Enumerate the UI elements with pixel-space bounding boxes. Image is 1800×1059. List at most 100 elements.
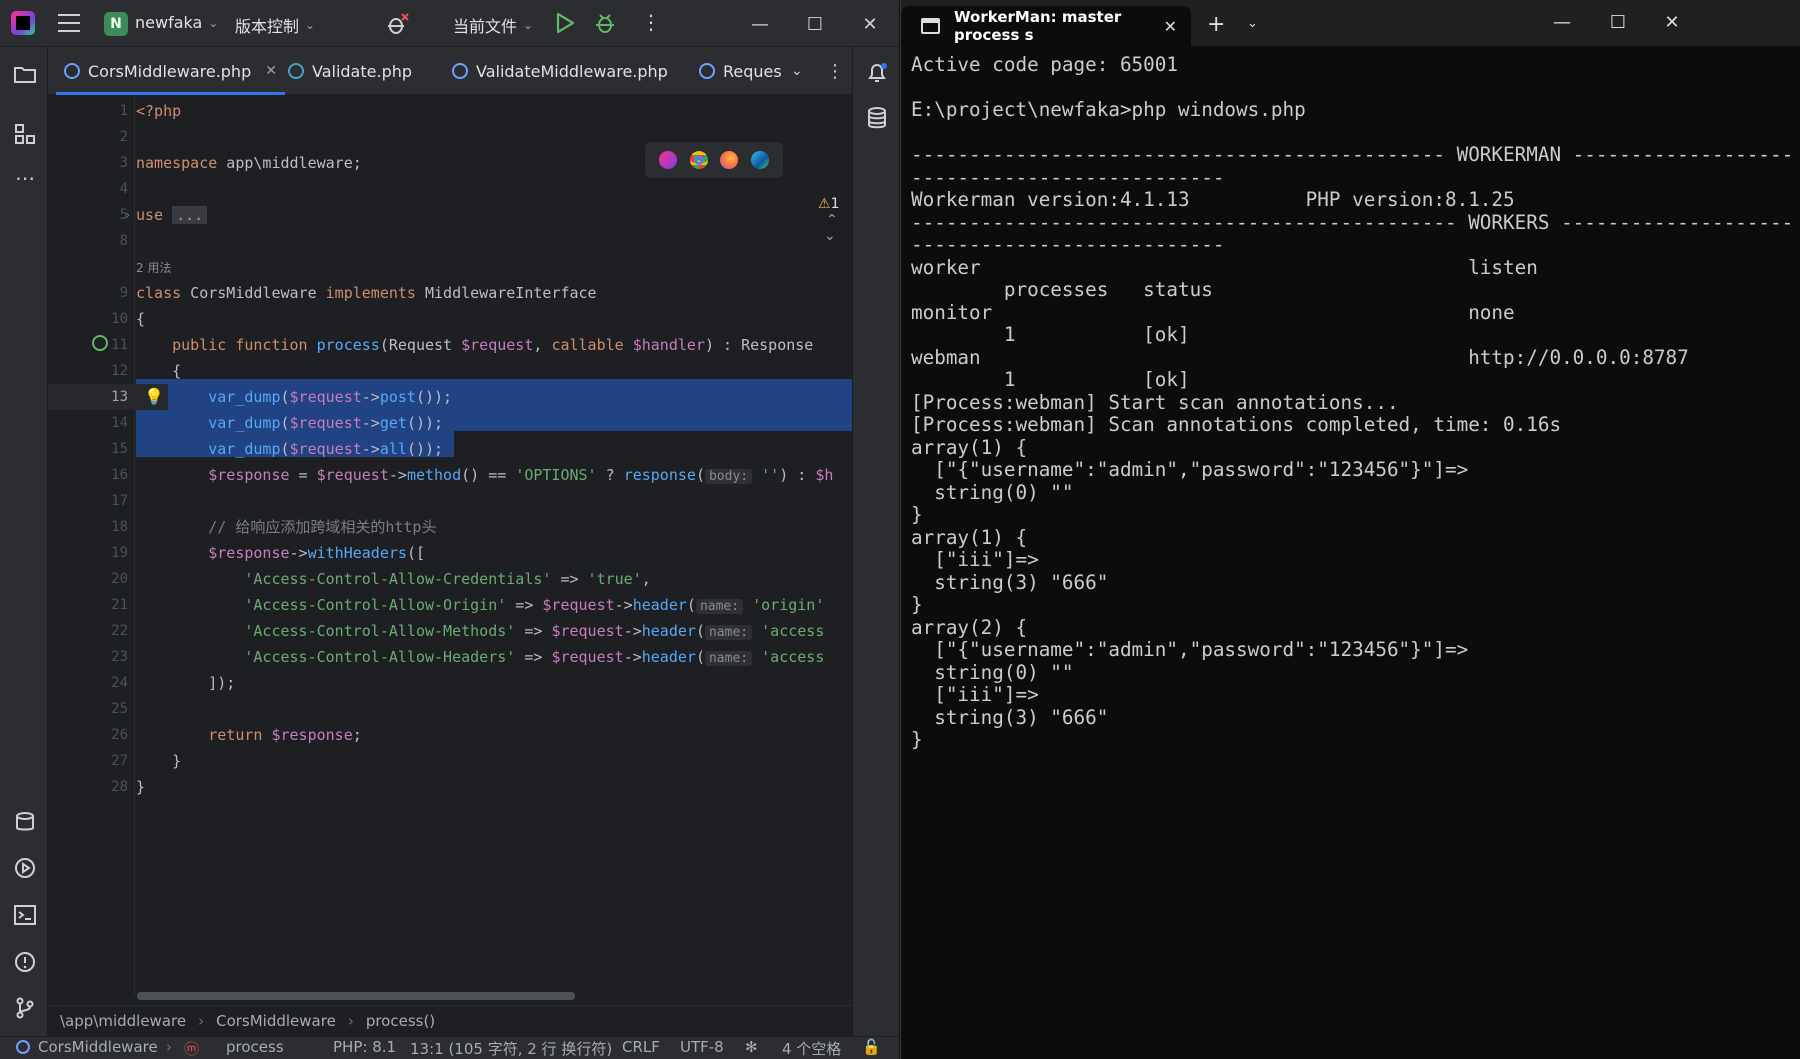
more-horizontal-icon[interactable]: ⋯ [12,165,38,191]
close-icon[interactable]: ✕ [1164,17,1177,36]
terminal-line: } [911,729,1791,752]
terminal-tab[interactable]: WorkerMan: master process s ✕ [901,6,1191,46]
chevron-down-icon[interactable]: ⌄ [1247,16,1258,31]
line-number[interactable]: 8 [48,228,168,254]
services-icon[interactable] [12,809,38,835]
database-icon[interactable] [864,105,890,131]
project-selector[interactable]: newfaka⌄ [135,13,218,32]
token: MiddlewareInterface [416,284,597,302]
token: public function [172,336,307,354]
notifications-icon[interactable] [864,60,890,86]
line-number[interactable]: 2 [48,124,168,150]
token: => [515,648,551,666]
code-editor[interactable]: 1234589101112131415161718192021222324252… [48,96,852,996]
terminal-line: ----------------------------------------… [911,144,1791,167]
tab-validatemiddleware[interactable]: ValidateMiddleware.php [452,47,668,95]
terminal-icon[interactable] [12,902,38,928]
more-vertical-icon[interactable]: ⋮ [641,12,661,32]
run-icon[interactable] [554,11,576,35]
chrome-icon[interactable] [690,151,708,169]
file-encoding[interactable]: UTF-8 [680,1038,724,1056]
status-method[interactable]: process [226,1038,284,1056]
token: 'true' [588,570,642,588]
minimize-button[interactable]: — [745,10,775,38]
vcs-menu[interactable]: 版本控制⌄ [235,13,315,37]
token: -> [615,596,633,614]
line-number[interactable]: 25 [48,696,168,722]
chevron-down-icon[interactable]: ⌄ [824,228,836,244]
debug-icon[interactable] [593,11,617,35]
terminal-line: array(1) { [911,437,1791,460]
run-config-selector[interactable]: 当前文件⌄ [453,13,533,37]
bug-icon[interactable]: ✻ [745,1038,758,1056]
chevron-down-icon: ⌄ [523,18,533,32]
close-button[interactable]: ✕ [1657,12,1687,33]
project-badge[interactable]: N [104,12,128,36]
folder-icon[interactable] [12,61,38,87]
tabs-dropdown-icon[interactable]: ⌄ [791,47,803,95]
chevron-right-icon: › [348,1012,354,1030]
terminal-line: } [911,594,1791,617]
status-class-name[interactable]: CorsMiddleware [38,1038,158,1056]
terminal-line: ["{"username":"admin","password":"123456… [911,639,1791,662]
breadcrumb-item[interactable]: process() [366,1012,435,1030]
breadcrumb-item[interactable]: \app\middleware [60,1012,186,1030]
git-branch-icon[interactable] [12,995,38,1021]
token: 'Access-Control-Allow-Origin' [244,596,506,614]
horizontal-scrollbar[interactable] [137,992,575,1000]
tabs-more-icon[interactable]: ⋮ [826,47,844,95]
problems-icon[interactable] [12,949,38,975]
indent-setting[interactable]: 4 个空格 [782,1038,841,1059]
chevron-right-icon[interactable]: › [124,202,131,228]
phpstorm-logo-icon[interactable] [11,11,35,35]
line-number[interactable]: 4 [48,176,168,202]
main-menu-icon[interactable] [58,14,80,32]
cursor-position[interactable]: 13:1 (105 字符, 2 行 换行符) [410,1038,612,1059]
line-number[interactable]: 10 [48,306,168,332]
structure-icon[interactable] [12,121,38,147]
php-file-icon [288,63,304,79]
inspection-indicator[interactable]: ⚠1 ⌃ ⌄ [818,196,852,244]
usages-hint[interactable]: 2 用法 [136,261,171,275]
token: , [533,336,551,354]
chevron-up-icon[interactable]: ⌃ [826,212,838,228]
bug-icon[interactable] [384,11,410,37]
line-ending[interactable]: CRLF [622,1038,660,1056]
tab-corsmiddleware[interactable]: CorsMiddleware.php ✕ [64,47,277,95]
close-icon[interactable]: ✕ [265,63,277,79]
lock-icon[interactable]: 🔓 [862,1038,881,1056]
token: CorsMiddleware [181,284,326,302]
close-button[interactable]: ✕ [855,10,885,38]
line-number[interactable]: 28 [48,774,168,800]
minimize-button[interactable]: — [1547,12,1577,33]
tab-request[interactable]: Reques [699,47,782,95]
code-line-19: $response->withHeaders([ [136,540,425,566]
edge-icon[interactable] [751,151,769,169]
terminal-output[interactable]: Active code page: 65001E:\project\newfak… [911,54,1791,752]
tab-validate[interactable]: Validate.php [288,47,412,95]
firefox-icon[interactable] [720,151,738,169]
vcs-label: 版本控制 [235,13,299,37]
line-number[interactable]: 17 [48,488,168,514]
token: callable [551,336,623,354]
folded-imports[interactable]: ... [172,206,207,224]
implements-marker-icon[interactable] [92,335,108,351]
php-version[interactable]: PHP: 8.1 [333,1038,396,1056]
breadcrumb-item[interactable]: CorsMiddleware [216,1012,336,1030]
token: class [136,284,181,302]
run-tool-icon[interactable] [12,855,38,881]
phpstorm-browser-icon[interactable] [659,151,677,169]
new-tab-icon[interactable]: + [1207,12,1225,37]
tab-label: Reques [723,62,782,81]
maximize-button[interactable]: ☐ [1603,12,1633,33]
token: method [407,466,461,484]
token: $request [290,388,362,406]
token: ? [597,466,624,484]
php-class-icon [16,1038,30,1056]
code-line-18: // 给响应添加跨域相关的http头 [136,514,436,540]
maximize-button[interactable]: ☐ [800,10,830,38]
terminal-line: --------------------------- [911,234,1791,257]
lightbulb-icon[interactable]: 💡 [144,384,164,410]
token: 'Access-Control-Allow-Headers' [244,648,515,666]
token: => [506,596,542,614]
